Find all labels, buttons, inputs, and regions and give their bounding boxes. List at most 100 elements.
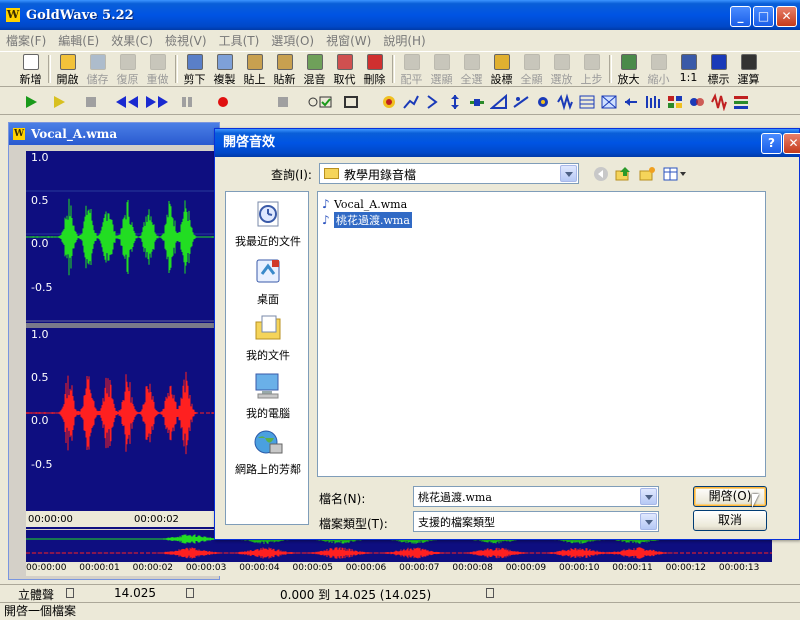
time-label: 00:00:02 <box>134 514 179 525</box>
place-my-documents[interactable]: 我的文件 <box>226 312 310 363</box>
effect-reverse-icon[interactable] <box>622 93 640 111</box>
maximize-button[interactable]: □ <box>753 6 774 27</box>
minimize-button[interactable]: _ <box>730 6 751 27</box>
file-item[interactable]: ♪ 桃花過渡.wma <box>322 212 412 228</box>
toolbar-button[interactable]: 放大 <box>614 52 643 88</box>
effect-filter-icon[interactable] <box>468 93 486 111</box>
rewind-icon[interactable] <box>114 93 140 111</box>
waveform-graph[interactable] <box>26 151 221 511</box>
toolbar-separator <box>48 55 51 83</box>
dialog-close-button[interactable]: ✕ <box>783 133 800 154</box>
time-label: 00:00:00 <box>28 514 73 525</box>
file-list[interactable]: ♪ Vocal_A.wma ♪ 桃花過渡.wma <box>317 191 766 477</box>
menu-file[interactable]: 檔案(F) <box>6 32 46 49</box>
effect-echo-icon[interactable] <box>424 93 442 111</box>
menu-help[interactable]: 說明(H) <box>383 32 425 49</box>
toolbar-button[interactable]: 貼上 <box>240 52 269 88</box>
filename-field[interactable]: 桃花過渡.wma <box>413 486 659 507</box>
view-menu-icon[interactable] <box>663 166 687 182</box>
cancel-button[interactable]: 取消 <box>693 510 767 531</box>
toolbar-button[interactable]: 標示 <box>704 52 733 88</box>
effect-pan-icon[interactable] <box>688 93 706 111</box>
chevron-down-icon[interactable] <box>560 165 577 182</box>
place-desktop[interactable]: 桌面 <box>226 256 310 307</box>
toolbar-button[interactable]: 開啟 <box>53 52 82 88</box>
delete-icon <box>366 54 383 70</box>
play-selection-icon[interactable] <box>50 93 68 111</box>
toolbar-button-label: 上步 <box>580 73 603 86</box>
goldwave-logo-icon: W <box>13 128 25 140</box>
overview-time-label: 00:00:04 <box>239 563 280 573</box>
toolbar-button[interactable]: 運算 <box>734 52 763 88</box>
effect-eq-icon[interactable] <box>578 93 596 111</box>
open-dialog: 開啓音效 ? ✕ 查詢(I): 教學用錄音檔 我最近的文件 桌面 我的文件 我的… <box>214 128 800 540</box>
time-ruler: 00:00:00 00:00:02 <box>26 511 221 527</box>
effect-volume-icon[interactable] <box>489 93 508 111</box>
effect-channel-mixer-icon[interactable] <box>666 93 684 111</box>
overview-time-label: 00:00:12 <box>665 563 707 573</box>
document-window: W Vocal_A.wma 1.0 0.5 0.0 -0.5 1.0 0.5 0… <box>8 122 221 580</box>
file-length: 14.025 <box>114 586 156 600</box>
overview-time-label: 00:00:00 <box>26 563 67 573</box>
effect-spectrum-icon[interactable] <box>600 93 618 111</box>
toolbar-button[interactable]: 混音 <box>300 52 329 88</box>
monitor-icon[interactable] <box>306 93 334 111</box>
toolbar-button[interactable]: 複製 <box>210 52 239 88</box>
toolbar-button: 選放 <box>547 52 576 88</box>
filetype-dropdown[interactable]: 支援的檔案類型 <box>413 511 659 532</box>
close-button[interactable]: ✕ <box>776 6 797 27</box>
toolbar-button-label: 復原 <box>116 73 139 86</box>
toolbar-button[interactable]: 貼新 <box>270 52 299 88</box>
effect-time-warp-icon[interactable] <box>732 93 750 111</box>
top-channel-label: 0.0 <box>31 237 49 250</box>
menu-tools[interactable]: 工具(T) <box>219 32 260 49</box>
effect-stereo-icon[interactable] <box>710 93 728 112</box>
place-my-computer[interactable]: 我的電腦 <box>226 370 310 421</box>
file-name: 桃花過渡.wma <box>334 212 412 228</box>
fast-forward-icon[interactable] <box>144 93 170 111</box>
menu-options[interactable]: 選項(O) <box>271 32 314 49</box>
up-folder-icon[interactable] <box>615 166 631 182</box>
menu-view[interactable]: 檢視(V) <box>165 32 207 49</box>
toolbar-button[interactable]: 1:1 <box>674 52 703 88</box>
effect-mechanize-icon[interactable] <box>556 93 574 111</box>
file-name: Vocal_A.wma <box>334 197 408 211</box>
device-icon[interactable] <box>342 93 360 111</box>
place-network[interactable]: 網路上的芳鄰 <box>226 426 310 477</box>
place-recent-documents[interactable]: 我最近的文件 <box>226 198 310 249</box>
waveform-area[interactable] <box>26 151 221 529</box>
my-documents-icon <box>252 312 284 344</box>
show-all-icon <box>523 54 540 70</box>
paste-icon <box>246 54 263 70</box>
effect-noise-icon[interactable] <box>534 93 552 111</box>
menu-edit[interactable]: 編輯(E) <box>58 32 99 49</box>
toolbar-button-label: 貼上 <box>243 73 266 86</box>
toolbar-button[interactable]: 刪除 <box>360 52 389 88</box>
expression-icon <box>740 54 757 70</box>
effect-doppler-icon[interactable] <box>380 93 398 111</box>
effect-pitch-icon[interactable] <box>512 93 530 111</box>
music-note-icon: ♪ <box>322 197 330 211</box>
dialog-help-button[interactable]: ? <box>761 133 782 154</box>
chevron-down-icon[interactable] <box>640 513 657 530</box>
toolbar-button[interactable]: 新增 <box>16 52 45 88</box>
new-folder-icon[interactable] <box>639 166 655 182</box>
mix-icon <box>306 54 323 70</box>
look-in-dropdown[interactable]: 教學用錄音檔 <box>319 163 579 184</box>
record-icon[interactable] <box>214 93 232 111</box>
menu-window[interactable]: 視窗(W) <box>326 32 371 49</box>
menu-effects[interactable]: 效果(C) <box>111 32 153 49</box>
toolbar-button[interactable]: 取代 <box>330 52 359 88</box>
play-icon[interactable] <box>22 93 40 111</box>
toolbar-button-label: 刪除 <box>363 73 386 86</box>
effect-dynamics-icon[interactable] <box>402 93 420 111</box>
toolbar-button[interactable]: 設標 <box>487 52 516 88</box>
file-item[interactable]: ♪ Vocal_A.wma <box>322 196 407 212</box>
zoom-in-icon <box>620 54 637 70</box>
back-icon[interactable] <box>593 166 609 182</box>
toolbar-button: 縮小 <box>644 52 673 88</box>
effect-resample-icon[interactable] <box>644 93 662 111</box>
toolbar-button[interactable]: 剪下 <box>180 52 209 88</box>
effect-fade-icon[interactable] <box>446 93 464 111</box>
chevron-down-icon[interactable] <box>640 488 657 505</box>
